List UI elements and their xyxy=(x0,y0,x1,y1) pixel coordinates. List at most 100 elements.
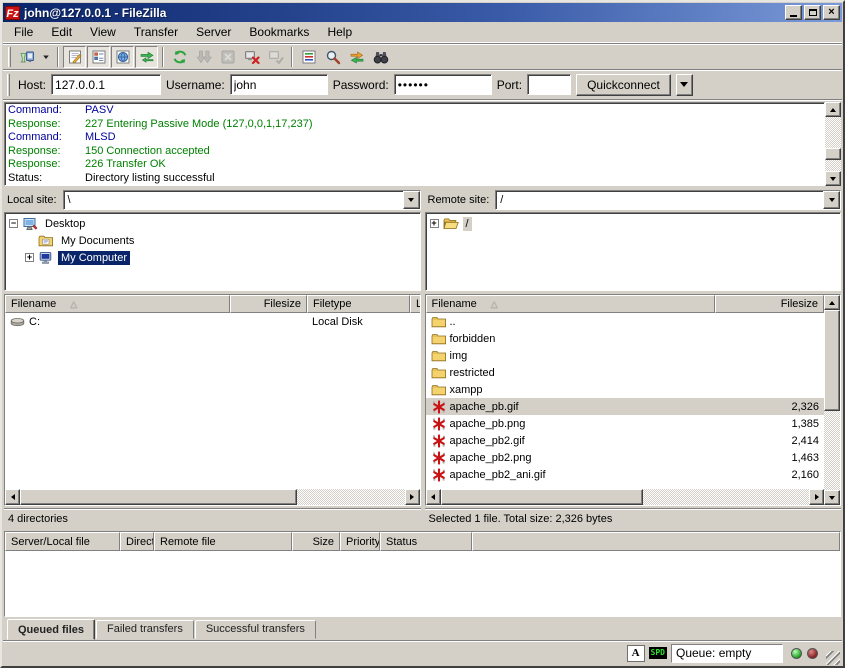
sync-browsing-button[interactable] xyxy=(345,46,368,68)
file-row-apache-pb2-png[interactable]: apache_pb2.png1,463 xyxy=(426,449,825,466)
column-header-status[interactable]: Status xyxy=(380,532,472,551)
log-line: Response:226 Transfer OK xyxy=(8,158,824,172)
queue-body xyxy=(5,551,840,616)
refresh-button[interactable] xyxy=(168,46,191,68)
filter-icon xyxy=(301,49,317,65)
cancel-button[interactable] xyxy=(216,46,239,68)
tree-item-my-documents[interactable]: My Documents xyxy=(5,232,420,249)
toggle-local-tree-button[interactable] xyxy=(87,46,110,68)
maximize-button[interactable] xyxy=(804,5,821,20)
scroll-thumb[interactable] xyxy=(20,489,297,505)
column-header-directi[interactable]: Directi... xyxy=(120,532,154,551)
tab-queued-files[interactable]: Queued files xyxy=(7,619,95,640)
column-header-filesize[interactable]: Filesize xyxy=(230,295,307,313)
close-button[interactable]: × xyxy=(823,5,840,20)
scroll-thumb[interactable] xyxy=(441,489,644,505)
remote-site-dropdown-button[interactable] xyxy=(823,191,840,209)
menu-transfer[interactable]: Transfer xyxy=(125,23,187,41)
scroll-track[interactable] xyxy=(824,310,840,490)
toggle-remote-tree-button[interactable] xyxy=(111,46,134,68)
file-row-apache-pb2-ani-gif[interactable]: apache_pb2_ani.gif2,160 xyxy=(426,466,825,483)
column-header-filesize[interactable]: Filesize xyxy=(715,295,825,313)
tree-item-[interactable]: +/ xyxy=(426,215,841,232)
expand-icon[interactable]: + xyxy=(430,219,439,228)
toggle-queue-button[interactable] xyxy=(135,46,158,68)
file-row-forbidden[interactable]: forbidden xyxy=(426,330,825,347)
arrow-down-icon xyxy=(829,496,835,500)
host-input[interactable] xyxy=(51,74,161,95)
scroll-down-button[interactable] xyxy=(825,171,841,186)
column-header-filetype[interactable]: Filetype xyxy=(307,295,410,313)
arrow-right-icon xyxy=(815,494,819,500)
scroll-left-button[interactable] xyxy=(426,489,441,505)
menu-edit[interactable]: Edit xyxy=(42,23,81,41)
column-header-label: Filesize xyxy=(781,298,818,310)
password-input[interactable] xyxy=(394,74,492,95)
column-header-l[interactable]: L xyxy=(410,295,421,313)
scroll-thumb[interactable] xyxy=(824,310,840,411)
username-input[interactable] xyxy=(230,74,328,95)
scroll-up-button[interactable] xyxy=(824,295,840,310)
quickconnect-button[interactable]: Quickconnect xyxy=(576,74,671,96)
file-row-[interactable]: .. xyxy=(426,313,825,330)
tab-failed-transfers[interactable]: Failed transfers xyxy=(96,620,194,639)
file-row-img[interactable]: img xyxy=(426,347,825,364)
reconnect-button[interactable] xyxy=(264,46,287,68)
filter-button[interactable] xyxy=(297,46,320,68)
scroll-right-button[interactable] xyxy=(405,489,420,505)
menu-server[interactable]: Server xyxy=(187,23,240,41)
file-row-restricted[interactable]: restricted xyxy=(426,364,825,381)
menu-bookmarks[interactable]: Bookmarks xyxy=(240,23,318,41)
menu-help[interactable]: Help xyxy=(318,23,361,41)
menu-view[interactable]: View xyxy=(81,23,125,41)
port-input[interactable] xyxy=(527,74,571,95)
process-queue-button[interactable] xyxy=(192,46,215,68)
scroll-right-button[interactable] xyxy=(809,489,824,505)
column-header-filename[interactable]: Filename△ xyxy=(426,295,715,313)
collapse-icon[interactable]: − xyxy=(9,219,18,228)
scroll-left-button[interactable] xyxy=(5,489,20,505)
file-row-xampp[interactable]: xampp xyxy=(426,381,825,398)
tree-item-my-computer[interactable]: +My Computer xyxy=(5,249,420,266)
resize-grip[interactable] xyxy=(826,651,840,665)
compare-button[interactable] xyxy=(369,46,392,68)
column-header-server-local-file[interactable]: Server/Local file xyxy=(5,532,120,551)
tree-item-desktop[interactable]: −Desktop xyxy=(5,215,420,232)
remote-vscrollbar[interactable] xyxy=(824,295,840,505)
expand-icon[interactable]: + xyxy=(25,253,34,262)
column-header-spacer[interactable] xyxy=(472,532,840,551)
browser-panes: Local site: \ −DesktopMy Documents+My Co… xyxy=(3,189,842,528)
local-hscrollbar[interactable] xyxy=(5,489,420,505)
tab-successful-transfers[interactable]: Successful transfers xyxy=(195,620,316,639)
scroll-track[interactable] xyxy=(20,489,405,505)
local-site-combo[interactable]: \ xyxy=(63,190,421,210)
file-row-c[interactable]: C:Local Disk xyxy=(5,313,420,330)
site-manager-button[interactable] xyxy=(15,46,38,68)
scroll-thumb[interactable] xyxy=(825,148,841,160)
quickconnect-dropdown-button[interactable] xyxy=(676,74,693,96)
minimize-button[interactable] xyxy=(785,5,802,20)
file-row-apache-pb-gif[interactable]: apache_pb.gif2,326 xyxy=(426,398,825,415)
scroll-up-button[interactable] xyxy=(825,102,841,117)
column-header-priority[interactable]: Priority xyxy=(340,532,380,551)
menu-file[interactable]: File xyxy=(5,23,42,41)
disconnect-button[interactable] xyxy=(240,46,263,68)
file-row-apache-pb-png[interactable]: apache_pb.png1,385 xyxy=(426,415,825,432)
image-icon xyxy=(431,416,447,432)
toggle-log-button[interactable] xyxy=(63,46,86,68)
local-site-dropdown-button[interactable] xyxy=(403,191,420,209)
file-row-apache-pb2-gif[interactable]: apache_pb2.gif2,414 xyxy=(426,432,825,449)
remote-hscrollbar[interactable] xyxy=(426,489,825,505)
scroll-down-button[interactable] xyxy=(824,490,840,505)
column-header-label: L xyxy=(416,298,421,310)
refresh-icon xyxy=(172,49,188,65)
find-button[interactable] xyxy=(321,46,344,68)
site-manager-dropdown-button[interactable] xyxy=(39,46,53,68)
scroll-track[interactable] xyxy=(441,489,810,505)
column-header-remote-file[interactable]: Remote file xyxy=(154,532,292,551)
column-header-size[interactable]: Size xyxy=(292,532,340,551)
message-log-scrollbar[interactable] xyxy=(825,102,841,186)
scroll-track[interactable] xyxy=(825,117,841,171)
column-header-filename[interactable]: Filename△ xyxy=(5,295,230,313)
remote-site-combo[interactable]: / xyxy=(495,190,841,210)
